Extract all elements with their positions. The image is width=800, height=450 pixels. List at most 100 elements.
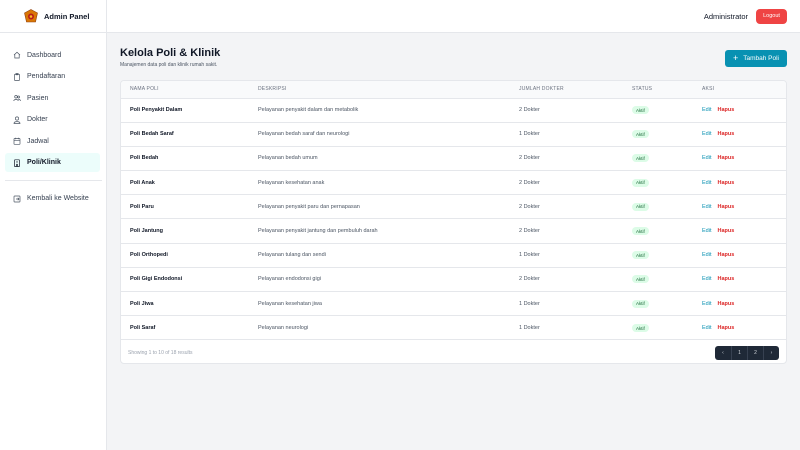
add-poli-button-label: Tambah Poli [743,55,780,62]
delete-link[interactable]: Hapus [717,252,734,258]
clipboard-icon [13,72,21,81]
sidebar-item-label: Kembali ke Website [27,195,89,202]
poli-description: Pelayanan penyakit dalam dan metabolik [258,107,359,114]
logout-button[interactable]: Logout [756,8,787,24]
table-header-row: NAMA POLI DESKRIPSI JUMLAH DOKTER STATUS… [121,81,786,98]
poli-name: Poli Saraf [130,325,156,332]
prev-page-button[interactable]: ‹ [715,346,731,360]
delete-link[interactable]: Hapus [717,204,734,210]
column-header-description: DESKRIPSI [258,86,287,93]
table-row: Poli Jiwa Pelayanan kesehatan jiwa 1 Dok… [121,291,786,316]
poli-name: Poli Orthopedi [130,252,168,259]
status-badge: Aktif [632,202,649,211]
column-header-name: NAMA POLI [130,86,159,93]
sidebar-item-dokter[interactable]: Dokter [5,110,100,129]
edit-link[interactable]: Edit [702,180,711,186]
sidebar-item-back-to-website[interactable]: Kembali ke Website [5,189,100,208]
pagination: ‹ 1 2 › [715,345,779,360]
topbar: Administrator Logout [107,0,800,33]
edit-link[interactable]: Edit [702,131,711,137]
delete-link[interactable]: Hapus [717,228,734,234]
results-summary: Showing 1 to 10 of 18 results [128,349,193,356]
edit-link[interactable]: Edit [702,252,711,258]
delete-link[interactable]: Hapus [717,301,734,307]
column-header-actions: AKSI [702,86,715,93]
table-row: Poli Paru Pelayanan penyakit paru dan pe… [121,194,786,219]
poli-description: Pelayanan penyakit paru dan pernapasan [258,203,360,210]
sidebar-item-label: Pasien [27,94,49,102]
calendar-icon [13,137,21,145]
doctor-count: 2 Dokter [519,228,540,235]
logo-icon [24,9,38,23]
status-badge: Aktif [632,130,649,139]
users-icon [13,94,21,102]
sidebar-item-pendaftaran[interactable]: Pendaftaran [5,67,100,86]
status-badge: Aktif [632,106,649,115]
edit-link[interactable]: Edit [702,204,711,210]
sidebar-item-pasien[interactable]: Pasien [5,89,100,108]
home-icon [13,51,21,59]
page-button-1[interactable]: 1 [731,345,747,360]
poli-name: Poli Gigi Endodonsi [130,276,183,283]
sidebar: Admin Panel Dashboard Pendaftaran Pasien… [0,0,107,450]
doctor-count: 2 Dokter [519,155,540,162]
edit-link[interactable]: Edit [702,228,711,234]
delete-link[interactable]: Hapus [717,276,734,282]
doctor-count: 1 Dokter [519,300,540,307]
doctor-count: 1 Dokter [519,131,540,138]
poli-name: Poli Paru [130,203,154,210]
table-row: Poli Jantung Pelayanan penyakit jantung … [121,218,786,243]
poli-name: Poli Penyakit Dalam [130,107,183,114]
sidebar-divider [5,180,102,181]
column-header-doctor-count: JUMLAH DOKTER [519,86,564,93]
table-row: Poli Bedah Saraf Pelayanan bedah saraf d… [121,122,786,146]
poli-table: NAMA POLI DESKRIPSI JUMLAH DOKTER STATUS… [121,81,786,340]
poli-name: Poli Jiwa [130,300,154,307]
delete-link[interactable]: Hapus [717,180,734,186]
doctor-count: 2 Dokter [519,107,540,114]
page-subtitle: Manajemen data poli dan klinik rumah sak… [120,62,218,68]
delete-link[interactable]: Hapus [717,131,734,137]
edit-link[interactable]: Edit [702,155,711,161]
delete-link[interactable]: Hapus [717,107,734,113]
sidebar-item-label: Poli/Klinik [27,159,61,166]
status-badge: Aktif [632,178,649,187]
sidebar-item-label: Pendaftaran [27,73,66,80]
status-badge: Aktif [632,324,649,333]
edit-link[interactable]: Edit [702,325,711,331]
delete-link[interactable]: Hapus [717,325,734,331]
poli-description: Pelayanan penyakit jantung dan pembuluh … [258,228,378,235]
doctor-count: 2 Dokter [519,179,540,186]
poli-name: Poli Bedah Saraf [130,131,174,138]
poli-description: Pelayanan kesehatan jiwa [258,300,322,307]
poli-description: Pelayanan bedah saraf dan neurologi [258,131,350,138]
doctor-count: 1 Dokter [519,325,540,332]
next-page-button[interactable]: › [763,345,779,360]
table-row: Poli Bedah Pelayanan bedah umum 2 Dokter… [121,146,786,170]
building-icon [13,158,21,167]
sidebar-item-dashboard[interactable]: Dashboard [5,46,100,65]
sidebar-item-jadwal[interactable]: Jadwal [5,132,100,151]
doctor-count: 1 Dokter [519,252,540,259]
page-title: Kelola Poli & Klinik [120,47,221,59]
page-button-2[interactable]: 2 [747,345,763,360]
brand[interactable]: Admin Panel [0,0,106,33]
exit-icon [13,195,21,203]
table-row: Poli Anak Pelayanan kesehatan anak 2 Dok… [121,170,786,195]
plus-icon: + [732,53,739,63]
status-badge: Aktif [632,275,649,284]
add-poli-button[interactable]: + Tambah Poli [725,50,787,67]
delete-link[interactable]: Hapus [717,155,734,161]
doctor-icon [13,116,21,124]
sidebar-nav: Dashboard Pendaftaran Pasien Dokter Jadw… [0,33,106,208]
edit-link[interactable]: Edit [702,107,711,113]
table-footer: Showing 1 to 10 of 18 results ‹ 1 2 › [121,339,786,363]
poli-table-card: NAMA POLI DESKRIPSI JUMLAH DOKTER STATUS… [120,80,787,364]
poli-description: Pelayanan neurologi [258,325,309,332]
doctor-count: 2 Dokter [519,276,540,283]
sidebar-item-poli-klinik[interactable]: Poli/Klinik [5,153,100,172]
edit-link[interactable]: Edit [702,276,711,282]
column-header-status: STATUS [632,86,653,93]
edit-link[interactable]: Edit [702,301,711,307]
status-badge: Aktif [632,154,649,163]
